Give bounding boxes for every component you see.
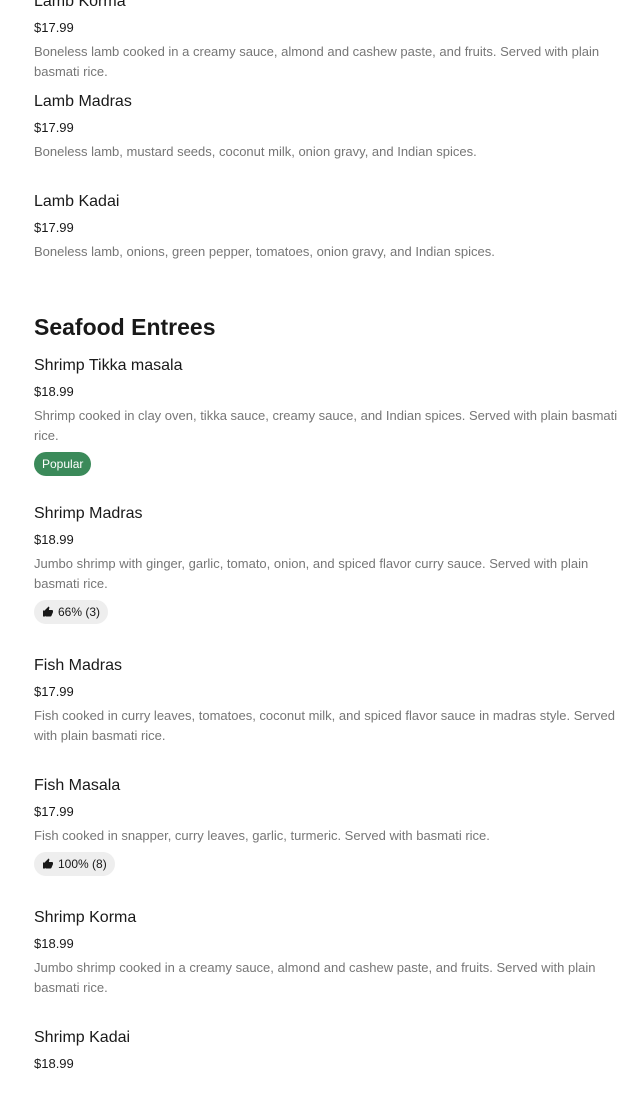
- rating-text: 100% (8): [58, 857, 107, 871]
- item-price: $18.99: [34, 936, 74, 951]
- item-name: Shrimp Korma: [34, 909, 137, 926]
- menu-item-shrimp-korma[interactable]: Shrimp Korma $18.99 Jumbo shrimp cooked …: [34, 908, 624, 1028]
- item-description: Shrimp cooked in clay oven, tikka sauce,…: [34, 408, 618, 443]
- thumbs-up-icon: [43, 606, 53, 617]
- rating-text: 66% (3): [58, 605, 101, 619]
- item-description: Fish cooked in snapper, curry leaves, ga…: [34, 828, 490, 843]
- thumbs-up-icon: [43, 858, 53, 869]
- item-name: Shrimp Madras: [34, 505, 143, 522]
- rating-badge: 100% (8): [34, 852, 115, 876]
- item-name: Lamb Korma: [34, 0, 126, 10]
- item-name: Fish Masala: [34, 777, 121, 794]
- item-name: Shrimp Tikka masala: [34, 357, 183, 374]
- item-description: Fish cooked in curry leaves, tomatoes, c…: [34, 708, 615, 743]
- item-description: Boneless lamb, onions, green pepper, tom…: [34, 244, 495, 259]
- item-price: $17.99: [34, 220, 74, 235]
- item-price: $18.99: [34, 532, 74, 547]
- item-name: Lamb Kadai: [34, 193, 120, 210]
- popular-badge: Popular: [34, 452, 92, 476]
- menu-item-fish-madras[interactable]: Fish Madras $17.99 Fish cooked in curry …: [34, 656, 624, 776]
- item-price: $17.99: [34, 804, 74, 819]
- item-description: Boneless lamb, mustard seeds, coconut mi…: [34, 144, 477, 159]
- section-title: Seafood Entrees: [34, 314, 216, 340]
- menu-item-fish-masala[interactable]: Fish Masala $17.99 Fish cooked in snappe…: [34, 776, 624, 908]
- menu-list: Lamb Korma $17.99 Boneless lamb cooked i…: [34, 0, 624, 1078]
- menu-item-shrimp-madras[interactable]: Shrimp Madras $18.99 Jumbo shrimp with g…: [34, 504, 624, 656]
- menu-item-lamb-madras[interactable]: Lamb Madras $17.99 Boneless lamb, mustar…: [34, 92, 624, 192]
- item-price: $18.99: [34, 1056, 74, 1071]
- item-description: Boneless lamb cooked in a creamy sauce, …: [34, 44, 600, 79]
- rating-badge: 66% (3): [34, 600, 109, 624]
- item-name: Shrimp Kadai: [34, 1029, 131, 1046]
- item-description: Jumbo shrimp cooked in a creamy sauce, a…: [34, 960, 596, 995]
- item-price: $17.99: [34, 120, 74, 135]
- menu-item-shrimp-kadai[interactable]: Shrimp Kadai $18.99: [34, 1028, 624, 1078]
- item-price: $18.99: [34, 384, 74, 399]
- menu-item-lamb-kadai[interactable]: Lamb Kadai $17.99 Boneless lamb, onions,…: [34, 192, 624, 313]
- item-price: $17.99: [34, 20, 74, 35]
- item-price: $17.99: [34, 684, 74, 699]
- item-name: Lamb Madras: [34, 93, 132, 110]
- menu-item-lamb-korma[interactable]: Lamb Korma $17.99 Boneless lamb cooked i…: [34, 0, 624, 92]
- item-description: Jumbo shrimp with ginger, garlic, tomato…: [34, 556, 589, 591]
- menu-item-shrimp-tikka-masala[interactable]: Shrimp Tikka masala $18.99 Shrimp cooked…: [34, 356, 624, 504]
- item-name: Fish Madras: [34, 657, 123, 674]
- section-header-seafood: Seafood Entrees: [34, 313, 624, 356]
